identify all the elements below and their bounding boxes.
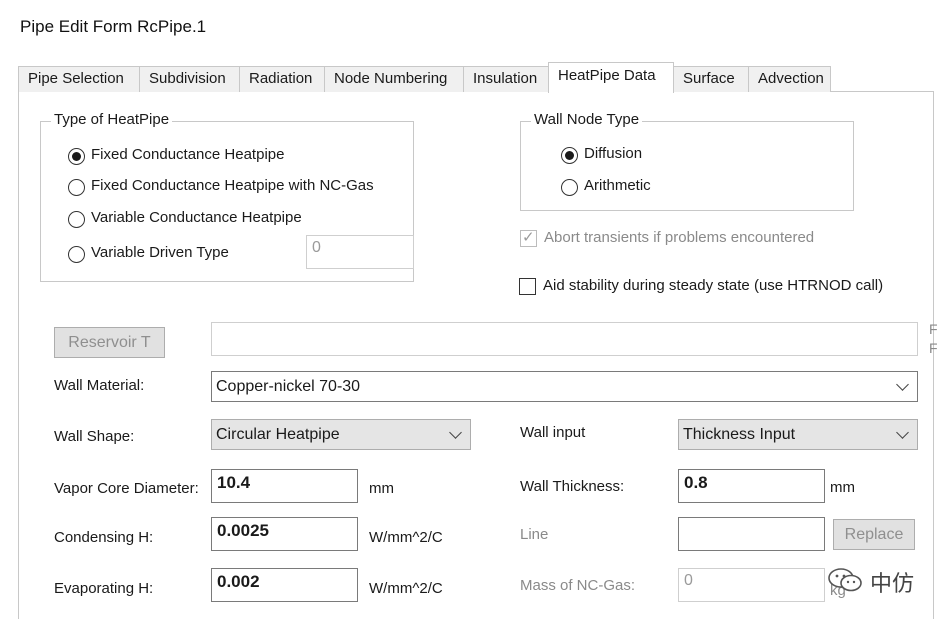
evaporating-h-input[interactable]: 0.002 [211, 568, 358, 602]
line-input[interactable] [678, 517, 825, 551]
wall-shape-select[interactable]: Circular Heatpipe [211, 419, 471, 450]
wall-node-type-group [520, 121, 854, 211]
tab-radiation[interactable]: Radiation [239, 66, 325, 92]
vapor-core-diameter-input[interactable]: 10.4 [211, 469, 358, 503]
wall-thickness-unit: mm [830, 479, 855, 496]
radio-fixed-conductance[interactable] [68, 148, 85, 165]
vapor-core-diameter-unit: mm [369, 480, 394, 497]
evaporating-h-unit: W/mm^2/C [369, 580, 443, 597]
replace-button[interactable]: Replace [833, 519, 915, 550]
radio-variable-conductance[interactable] [68, 211, 85, 228]
aid-stability-checkbox[interactable] [519, 278, 536, 295]
wall-material-select[interactable]: Copper-nickel 70-30 [211, 371, 918, 402]
mass-nc-gas-input[interactable]: 0 [678, 568, 825, 602]
wall-material-value: Copper-nickel 70-30 [216, 378, 361, 395]
variable-driven-input[interactable]: 0 [306, 235, 414, 269]
wall-input-label: Wall input [520, 424, 586, 441]
condensing-h-label: Condensing H: [54, 529, 154, 546]
chevron-down-icon [896, 426, 909, 439]
radio-variable-driven[interactable] [68, 246, 85, 263]
aid-stability-label: Aid stability during steady state (use H… [543, 277, 884, 294]
wall-node-type-legend: Wall Node Type [531, 111, 643, 128]
tab-insulation[interactable]: Insulation [463, 66, 549, 92]
reservoir-t-button[interactable]: Reservoir T [54, 327, 165, 358]
radio-diffusion-label: Diffusion [584, 145, 643, 162]
mass-nc-gas-label: Mass of NC-Gas: [520, 577, 636, 594]
condensing-h-unit: W/mm^2/C [369, 529, 443, 546]
tab-surface[interactable]: Surface [673, 66, 749, 92]
wechat-icon [826, 566, 866, 594]
check-mark-icon: ✓ [522, 229, 535, 246]
window-title: Pipe Edit Form RcPipe.1 [20, 17, 207, 36]
wall-shape-label: Wall Shape: [54, 428, 135, 445]
radio-fixed-conductance-nc-gas-label: Fixed Conductance Heatpipe with NC-Gas [91, 177, 374, 194]
watermark-text: 中仿 [870, 571, 915, 596]
radio-diffusion[interactable] [561, 147, 578, 164]
chevron-down-icon [896, 378, 909, 391]
reservoir-input[interactable] [211, 322, 918, 356]
evaporating-h-label: Evaporating H: [54, 580, 154, 597]
radio-arithmetic-label: Arithmetic [584, 177, 651, 194]
tab-node-numbering[interactable]: Node Numbering [324, 66, 464, 92]
abort-transients-label: Abort transients if problems encountered [544, 229, 815, 246]
tab-strip: Pipe Selection Subdivision Radiation Nod… [18, 62, 933, 93]
wall-input-value: Thickness Input [683, 426, 796, 443]
wall-shape-value: Circular Heatpipe [216, 426, 340, 443]
tab-subdivision[interactable]: Subdivision [139, 66, 240, 92]
tab-advection[interactable]: Advection [748, 66, 831, 92]
radio-variable-driven-label: Variable Driven Type [91, 244, 229, 261]
abort-transients-checkbox[interactable]: ✓ [520, 229, 537, 247]
radio-fixed-conductance-nc-gas[interactable] [68, 179, 85, 196]
condensing-h-input[interactable]: 0.0025 [211, 517, 358, 551]
chevron-down-icon [449, 426, 462, 439]
wall-material-label: Wall Material: [54, 377, 145, 394]
reservoir-edge-text-1: F [929, 321, 938, 337]
wall-thickness-input[interactable]: 0.8 [678, 469, 825, 503]
tab-heatpipe-data[interactable]: HeatPipe Data [548, 62, 674, 93]
line-label: Line [520, 526, 549, 543]
heatpipe-type-legend: Type of HeatPipe [51, 111, 173, 128]
tab-pipe-selection[interactable]: Pipe Selection [18, 66, 140, 92]
radio-arithmetic[interactable] [561, 179, 578, 196]
wall-input-select[interactable]: Thickness Input [678, 419, 918, 450]
radio-fixed-conductance-label: Fixed Conductance Heatpipe [91, 146, 285, 163]
reservoir-edge-text-2: F [929, 340, 938, 356]
vapor-core-diameter-label: Vapor Core Diameter: [54, 480, 199, 497]
wall-thickness-label: Wall Thickness: [520, 478, 625, 495]
radio-variable-conductance-label: Variable Conductance Heatpipe [91, 209, 302, 226]
